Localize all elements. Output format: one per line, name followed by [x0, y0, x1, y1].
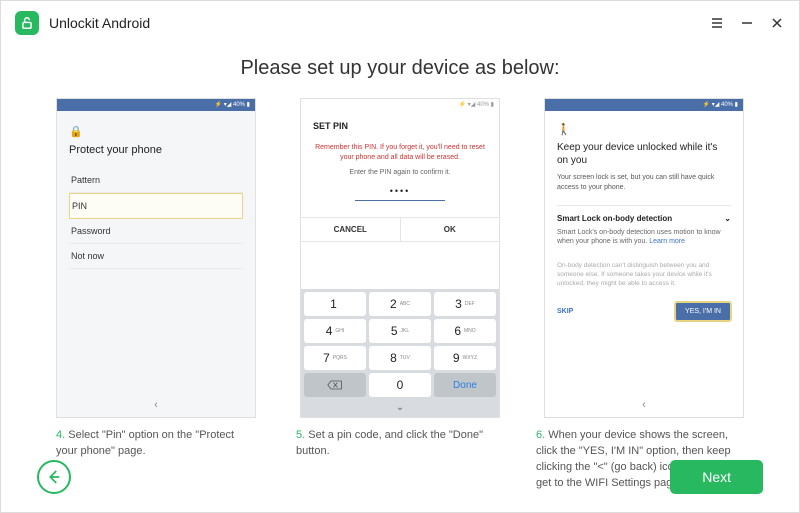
- next-button[interactable]: Next: [670, 460, 763, 494]
- protect-title: Protect your phone: [69, 144, 243, 156]
- done-key: Done: [434, 373, 496, 397]
- app-logo: [15, 11, 39, 35]
- cancel-button: CANCEL: [301, 218, 401, 241]
- option-pattern: Pattern: [69, 168, 243, 193]
- close-icon[interactable]: [769, 15, 785, 31]
- ok-button: OK: [401, 218, 500, 241]
- keyboard-drop-icon: ⌄: [304, 400, 496, 414]
- pin-dots: ••••: [355, 186, 445, 201]
- chevron-down-icon: ⌄: [724, 214, 731, 223]
- phone-back-icon: ‹: [545, 399, 743, 411]
- page-title: Please set up your device as below:: [1, 57, 799, 80]
- app-title: Unlockit Android: [49, 15, 709, 31]
- smartlock-title: Keep your device unlocked while it's on …: [557, 141, 731, 167]
- phone-mock-2: ⚡ ▾◢ 40% ▮ SET PIN Remember this PIN. If…: [300, 98, 500, 418]
- set-pin-header: SET PIN: [301, 111, 499, 135]
- section-title: Smart Lock on-body detection: [557, 214, 672, 223]
- yes-im-in-button: YES, I'M IN: [675, 302, 731, 321]
- pin-warning: Remember this PIN. If you forget it, you…: [315, 143, 485, 163]
- status-bar: ⚡ ▾◢ 40% ▮: [57, 99, 255, 111]
- option-notnow: Not now: [69, 244, 243, 269]
- detection-note: On-body detection can't distinguish betw…: [557, 261, 731, 288]
- phone-back-icon: ‹: [57, 399, 255, 411]
- pin-sub: Enter the PIN again to confirm it.: [315, 169, 485, 176]
- walk-icon: 🚶: [557, 123, 731, 136]
- phone-mock-1: ⚡ ▾◢ 40% ▮ 🔒 Protect your phone Pattern …: [56, 98, 256, 418]
- minimize-icon[interactable]: [739, 15, 755, 31]
- lock-icon: 🔒: [69, 125, 243, 138]
- learn-more-link: Learn more: [649, 238, 685, 245]
- smartlock-sub: Your screen lock is set, but you can sti…: [557, 173, 731, 193]
- back-button[interactable]: [37, 460, 71, 494]
- phone-mock-3: ⚡ ▾◢ 40% ▮ 🚶 Keep your device unlocked w…: [544, 98, 744, 418]
- section-text: Smart Lock's on-body detection uses moti…: [557, 228, 731, 248]
- menu-icon[interactable]: [709, 15, 725, 31]
- titlebar: Unlockit Android: [1, 1, 799, 45]
- backspace-key: [304, 373, 366, 397]
- status-bar: ⚡ ▾◢ 40% ▮: [301, 99, 499, 111]
- option-pin: PIN: [69, 193, 243, 219]
- status-bar: ⚡ ▾◢ 40% ▮: [545, 99, 743, 111]
- option-password: Password: [69, 219, 243, 244]
- skip-button: SKIP: [557, 308, 573, 315]
- phone-mocks: ⚡ ▾◢ 40% ▮ 🔒 Protect your phone Pattern …: [1, 98, 799, 418]
- keypad: 1 2ABC 3DEF 4GHI 5JKL 6MNO 7PQRS 8TUV 9W…: [301, 289, 499, 417]
